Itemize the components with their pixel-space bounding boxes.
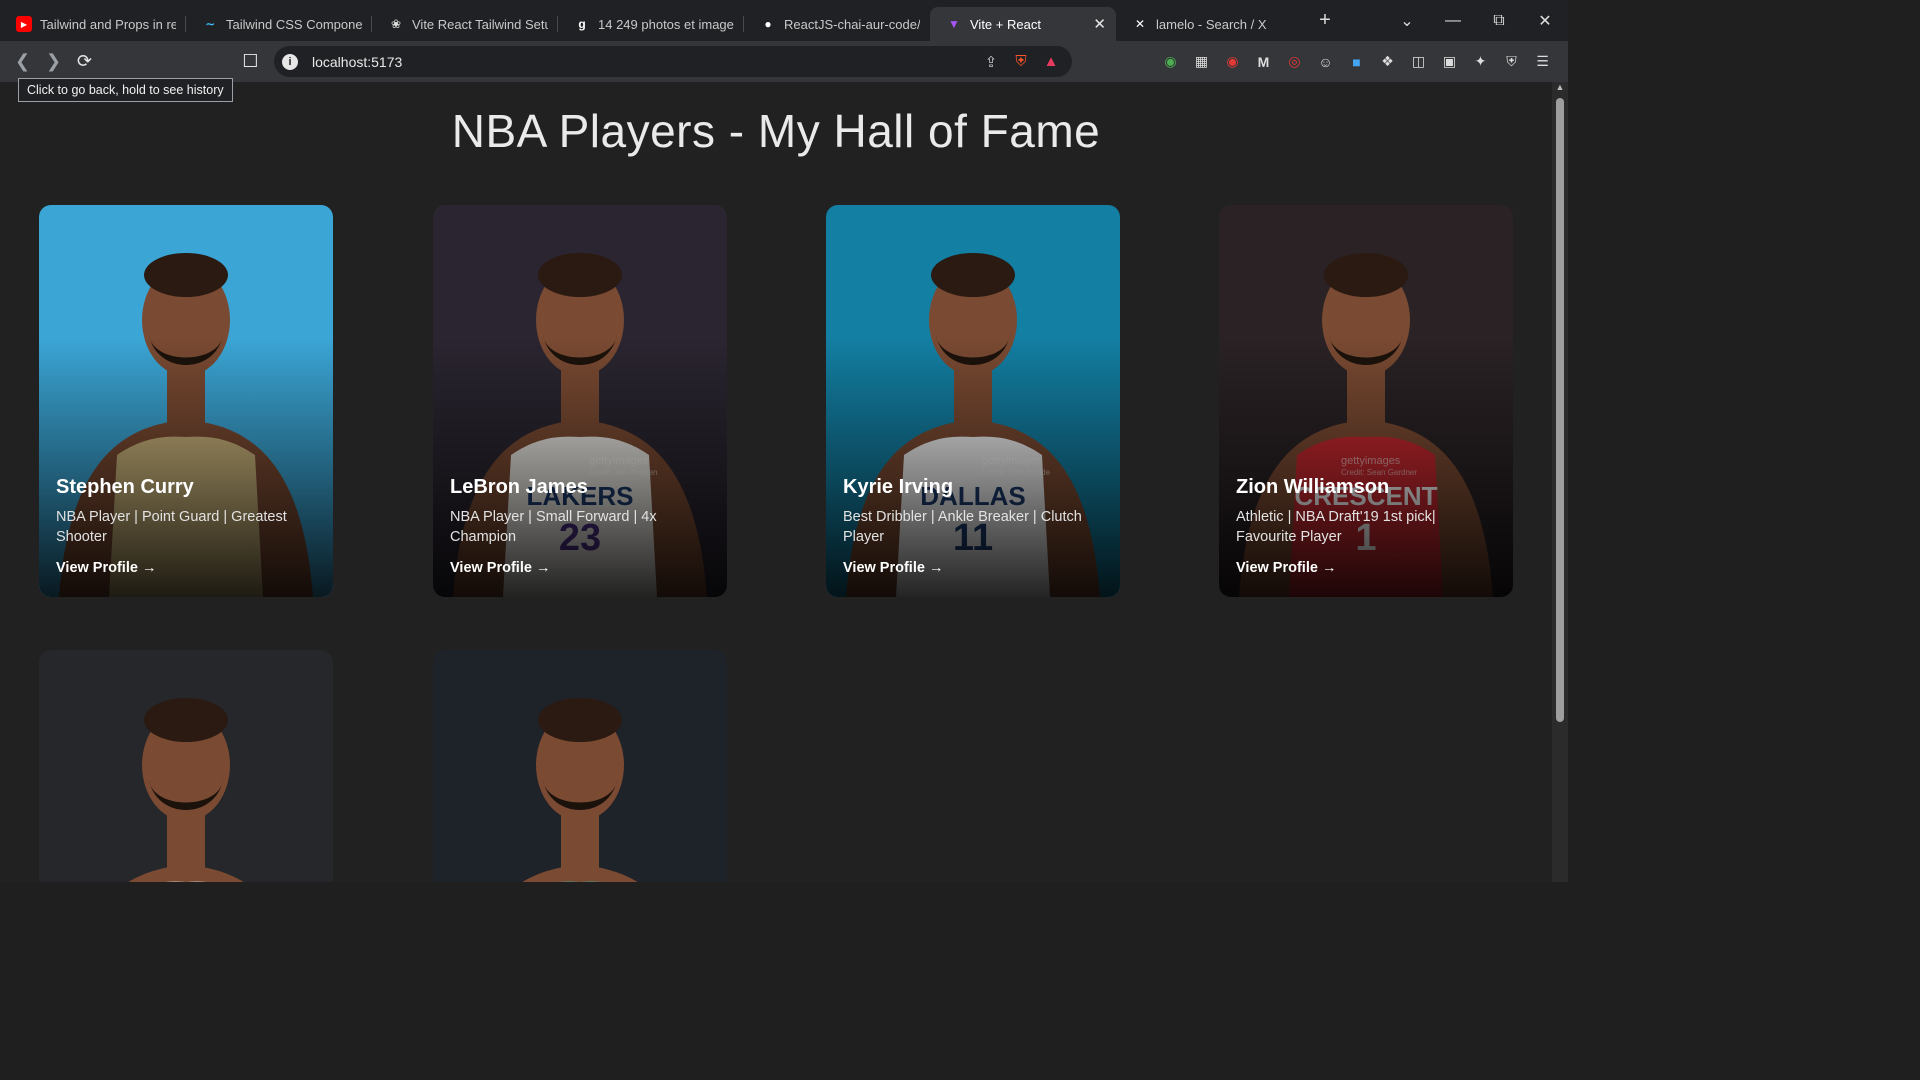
card-info: Stephen Curry NBA Player | Point Guard | … bbox=[56, 476, 319, 547]
tab-title: Tailwind and Props in reac bbox=[40, 16, 176, 32]
page-title: NBA Players - My Hall of Fame bbox=[451, 105, 1101, 157]
browser-tab[interactable]: ✕ lamelo - Search / X bbox=[1116, 7, 1302, 41]
openai-icon: ❀ bbox=[390, 17, 402, 31]
extension-green-icon[interactable]: ◉ bbox=[1155, 46, 1186, 77]
view-profile-link[interactable]: View Profile → bbox=[843, 560, 943, 576]
sidebar-icon[interactable]: ◫ bbox=[1403, 46, 1434, 77]
view-profile-link[interactable]: View Profile → bbox=[1236, 560, 1336, 576]
browser-tab[interactable]: g 14 249 photos et images bbox=[558, 7, 744, 41]
extensions-area: ◉ ▦ ◉ M ◎ ☺ ■ ❖ ◫ ▣ ✦ ⛨ ☰ bbox=[1155, 46, 1558, 77]
player-description: NBA Player | Small Forward | 4x Champion bbox=[450, 509, 657, 545]
forward-button[interactable]: ❯ bbox=[38, 46, 69, 77]
extension-chart-icon[interactable]: ▦ bbox=[1186, 46, 1217, 77]
browser-tab[interactable]: ∼ Tailwind CSS Components bbox=[186, 7, 372, 41]
view-profile-link[interactable]: View Profile → bbox=[56, 560, 156, 576]
tab-strip: ▶ Tailwind and Props in reac ∼ Tailwind CSS… bbox=[0, 0, 1568, 41]
extensions-puzzle-icon[interactable]: ❖ bbox=[1372, 46, 1403, 77]
card-info: Zion Williamson Athletic | NBA Draft'19 1… bbox=[1236, 476, 1499, 547]
browser-tab[interactable]: ● ReactJS-chai-aur-code/03 bbox=[744, 7, 930, 41]
player-description: NBA Player | Point Guard | Greatest Shoo… bbox=[56, 509, 287, 545]
tab-title: Tailwind CSS Components bbox=[226, 16, 362, 32]
tab-search-icon[interactable]: ⌄ bbox=[1384, 11, 1430, 31]
extension-mask-icon[interactable]: ☺ bbox=[1310, 46, 1341, 77]
player-card[interactable]: Stephen Curry NBA Player | Point Guard | … bbox=[39, 205, 333, 597]
tailwind-icon: ∼ bbox=[204, 17, 216, 31]
browser-tab[interactable]: ▼ Vite + React ✕ bbox=[930, 7, 1116, 41]
browser-toolbar: ❮ ❯ ⟳ ☐ i localhost:5173 ⇪ ⛨ ▲ ◉ ▦ ◉ M ◎… bbox=[0, 41, 1568, 82]
tab-list: ▶ Tailwind and Props in reac ∼ Tailwind CSS… bbox=[0, 0, 1302, 41]
player-card[interactable]: HORNETS 2 bbox=[433, 650, 727, 882]
card-gradient-overlay bbox=[1219, 337, 1513, 597]
player-name: Kyrie Irving bbox=[843, 476, 954, 498]
player-name: LeBron James bbox=[450, 476, 588, 498]
window-controls: ⌄ — ⧉ ✕ bbox=[1384, 0, 1568, 41]
tab-title: 14 249 photos et images bbox=[598, 16, 734, 32]
player-description: Athletic | NBA Draft'19 1st pick| Favour… bbox=[1236, 509, 1436, 545]
player-card[interactable]: LAKERS23gettyimagesCredit: Jim PoortenLe… bbox=[433, 205, 727, 597]
extension-red-badge-icon[interactable]: ◉ bbox=[1217, 46, 1248, 77]
back-button[interactable]: ❮ bbox=[7, 46, 38, 77]
player-name: Zion Williamson bbox=[1236, 476, 1390, 498]
reload-button[interactable]: ⟳ bbox=[69, 46, 100, 77]
card-info: LeBron James NBA Player | Small Forward |… bbox=[450, 476, 713, 547]
player-card[interactable]: DALLAS 77 bbox=[39, 650, 333, 882]
player-photo: HORNETS2 bbox=[433, 650, 727, 882]
card-info: Kyrie Irving Best Dribbler | Ankle Breake… bbox=[843, 476, 1106, 547]
restore-button[interactable]: ⧉ bbox=[1476, 12, 1522, 30]
youtube-icon: ▶ bbox=[16, 16, 32, 32]
leo-ai-icon[interactable]: ✦ bbox=[1465, 46, 1496, 77]
scrollbar-thumb[interactable] bbox=[1556, 98, 1564, 722]
medium-icon[interactable]: M bbox=[1248, 46, 1279, 77]
github-icon: ● bbox=[764, 17, 772, 31]
player-name: Stephen Curry bbox=[56, 476, 194, 498]
tab-title: Vite React Tailwind Setup bbox=[412, 16, 548, 32]
scroll-up-icon[interactable]: ▲ bbox=[1552, 82, 1568, 96]
new-tab-button[interactable]: + bbox=[1308, 4, 1342, 38]
vite-icon: ▼ bbox=[948, 17, 960, 31]
tab-title: lamelo - Search / X bbox=[1156, 16, 1267, 32]
close-window-button[interactable]: ✕ bbox=[1522, 11, 1568, 31]
bookmark-icon[interactable]: ☐ bbox=[235, 46, 266, 77]
close-tab-icon[interactable]: ✕ bbox=[1093, 15, 1106, 33]
browser-tab[interactable]: ❀ Vite React Tailwind Setup bbox=[372, 7, 558, 41]
brave-shields-icon[interactable]: ⛨ bbox=[1006, 53, 1036, 70]
page-viewport: NBA Players - My Hall of Fame Stephen Cu… bbox=[0, 82, 1552, 882]
getty-icon: g bbox=[578, 17, 586, 31]
player-card[interactable]: CRESCENT1gettyimagesCredit: Sean Gardner… bbox=[1219, 205, 1513, 597]
tab-title: Vite + React bbox=[970, 16, 1041, 32]
menu-icon[interactable]: ☰ bbox=[1527, 46, 1558, 77]
minimize-button[interactable]: — bbox=[1430, 12, 1476, 30]
back-button-tooltip: Click to go back, hold to see history bbox=[18, 78, 233, 102]
site-info-icon[interactable]: i bbox=[282, 53, 298, 70]
player-card[interactable]: DALLAS11gettyimagesCredit: Sam HoddeKyri… bbox=[826, 205, 1120, 597]
url-text[interactable]: localhost:5173 bbox=[312, 54, 976, 70]
player-description: Best Dribbler | Ankle Breaker | Clutch P… bbox=[843, 509, 1082, 545]
vertical-scrollbar[interactable]: ▲ bbox=[1552, 82, 1568, 882]
player-photo: DALLAS77 bbox=[39, 650, 333, 882]
brave-rewards-icon[interactable]: ▲ bbox=[1036, 53, 1066, 70]
vpn-shield-icon[interactable]: ⛨ bbox=[1496, 46, 1527, 77]
extension-blue-icon[interactable]: ■ bbox=[1341, 46, 1372, 77]
card-gradient-overlay bbox=[826, 337, 1120, 597]
x-icon: ✕ bbox=[1134, 17, 1146, 31]
view-profile-link[interactable]: View Profile → bbox=[450, 560, 550, 576]
browser-tab[interactable]: ▶ Tailwind and Props in reac bbox=[0, 7, 186, 41]
address-bar[interactable]: i localhost:5173 ⇪ ⛨ ▲ bbox=[274, 46, 1072, 77]
share-icon[interactable]: ⇪ bbox=[976, 53, 1006, 71]
tab-title: ReactJS-chai-aur-code/03 bbox=[784, 16, 920, 32]
card-gradient-overlay bbox=[39, 337, 333, 597]
card-gradient-overlay bbox=[433, 337, 727, 597]
wallet-icon[interactable]: ▣ bbox=[1434, 46, 1465, 77]
extension-record-icon[interactable]: ◎ bbox=[1279, 46, 1310, 77]
